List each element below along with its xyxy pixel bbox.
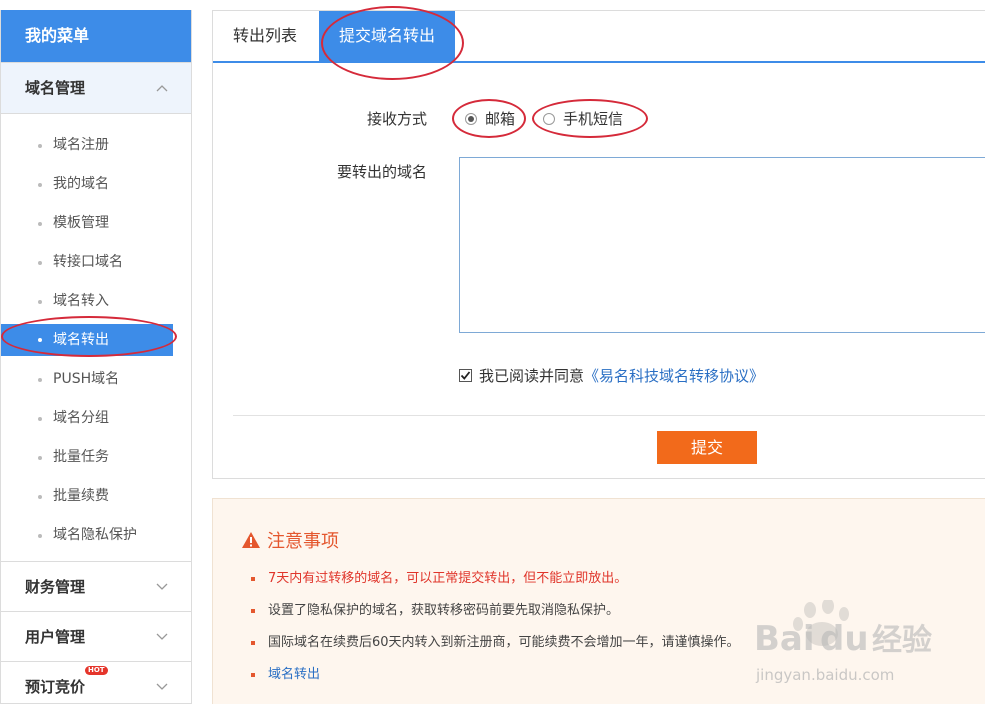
sidebar-group-finance[interactable]: 财务管理 bbox=[1, 562, 191, 612]
watermark-cn: 经验 bbox=[872, 623, 932, 658]
radio-sms-dot[interactable] bbox=[543, 112, 555, 125]
form-divider bbox=[233, 415, 985, 416]
tab-submit-transfer[interactable]: 提交域名转出 bbox=[319, 11, 455, 61]
radio-email-dot[interactable] bbox=[465, 112, 477, 125]
sidebar-item-batch-tasks[interactable]: 批量任务 bbox=[1, 438, 191, 477]
domains-textarea[interactable] bbox=[459, 157, 985, 333]
main-content: 转出列表 提交域名转出 接收方式 邮箱 手机短信 要转出的域名 我已阅读并同意 … bbox=[212, 10, 985, 704]
radio-email-label: 邮箱 bbox=[485, 110, 516, 128]
sidebar-group-auction-label: 预订竞价 bbox=[25, 678, 86, 696]
watermark-brand-suffix: du bbox=[820, 619, 869, 659]
transfer-form-card: 转出列表 提交域名转出 接收方式 邮箱 手机短信 要转出的域名 我已阅读并同意 … bbox=[212, 10, 985, 479]
sidebar-group-user[interactable]: 用户管理 bbox=[1, 612, 191, 662]
sidebar-item-domain-register[interactable]: 域名注册 bbox=[1, 126, 191, 165]
sidebar-group-auction[interactable]: 预订竞价 HOT bbox=[1, 662, 191, 712]
domain-submenu: 域名注册 我的域名 模板管理 转接口域名 域名转入 域名转出 PUSH域名 域名… bbox=[1, 114, 191, 562]
radio-sms-label: 手机短信 bbox=[563, 110, 624, 128]
notice-list: 7天内有过转移的域名，可以正常提交转出，但不能立即放出。 设置了隐私保护的域名，… bbox=[251, 569, 740, 697]
hot-badge: HOT bbox=[85, 666, 108, 675]
agree-text: 我已阅读并同意 bbox=[479, 367, 585, 385]
tab-transfer-list[interactable]: 转出列表 bbox=[233, 11, 297, 61]
baidu-jingyan-watermark: Bai du 经验 jingyan.baidu.com bbox=[740, 598, 980, 700]
watermark-url: jingyan.baidu.com bbox=[755, 666, 894, 684]
sidebar-item-transfer-in[interactable]: 域名转入 bbox=[1, 282, 191, 321]
baidu-paw-logo: Bai du 经验 jingyan.baidu.com bbox=[754, 598, 932, 684]
radio-sms[interactable]: 手机短信 bbox=[543, 108, 623, 129]
chevron-down-icon bbox=[155, 562, 169, 611]
sidebar-item-groups[interactable]: 域名分组 bbox=[1, 399, 191, 438]
sidebar-item-my-domains[interactable]: 我的域名 bbox=[1, 165, 191, 204]
domains-label: 要转出的域名 bbox=[336, 163, 427, 181]
sidebar-item-templates[interactable]: 模板管理 bbox=[1, 204, 191, 243]
checkmark-icon bbox=[460, 371, 471, 380]
sidebar-group-user-label: 用户管理 bbox=[25, 628, 86, 646]
sidebar-item-privacy[interactable]: 域名隐私保护 bbox=[1, 516, 191, 555]
warning-icon bbox=[242, 532, 260, 548]
menu-title: 我的菜单 bbox=[1, 10, 191, 62]
sidebar: 我的菜单 域名管理 域名注册 我的域名 模板管理 转接口域名 域名转入 域名转出… bbox=[0, 10, 192, 704]
notice-item: 国际域名在续费后60天内转入到新注册商，可能续费不会增加一年，请谨慎操作。 bbox=[251, 633, 740, 665]
notice-title-text: 注意事项 bbox=[267, 531, 339, 552]
agreement-row: 我已阅读并同意 《易名科技域名转移协议》 bbox=[459, 365, 764, 386]
watermark-brand: Bai bbox=[754, 619, 815, 659]
chevron-down-icon bbox=[155, 612, 169, 661]
notice-link-transfer-out[interactable]: 域名转出 bbox=[251, 665, 740, 697]
notice-item: 设置了隐私保护的域名，获取转移密码前要先取消隐私保护。 bbox=[251, 601, 740, 633]
sidebar-item-api-domains[interactable]: 转接口域名 bbox=[1, 243, 191, 282]
notice-item: 7天内有过转移的域名，可以正常提交转出，但不能立即放出。 bbox=[251, 569, 740, 601]
sidebar-item-batch-renew[interactable]: 批量续费 bbox=[1, 477, 191, 516]
sidebar-group-finance-label: 财务管理 bbox=[25, 578, 86, 596]
sidebar-item-push[interactable]: PUSH域名 bbox=[1, 360, 191, 399]
sidebar-group-domain-label: 域名管理 bbox=[25, 79, 86, 97]
chevron-down-icon bbox=[155, 662, 169, 712]
chevron-up-icon bbox=[155, 63, 169, 113]
receive-method-label: 接收方式 bbox=[366, 110, 427, 128]
agreement-link[interactable]: 《易名科技域名转移协议》 bbox=[584, 365, 764, 386]
sidebar-group-domain[interactable]: 域名管理 bbox=[1, 62, 191, 114]
agree-checkbox[interactable] bbox=[459, 369, 472, 382]
submit-button[interactable]: 提交 bbox=[657, 431, 757, 464]
radio-email[interactable]: 邮箱 bbox=[465, 108, 515, 129]
sidebar-item-transfer-out[interactable]: 域名转出 bbox=[1, 324, 173, 356]
tab-bar: 转出列表 提交域名转出 bbox=[213, 11, 985, 63]
notice-title: 注意事项 bbox=[241, 527, 339, 553]
